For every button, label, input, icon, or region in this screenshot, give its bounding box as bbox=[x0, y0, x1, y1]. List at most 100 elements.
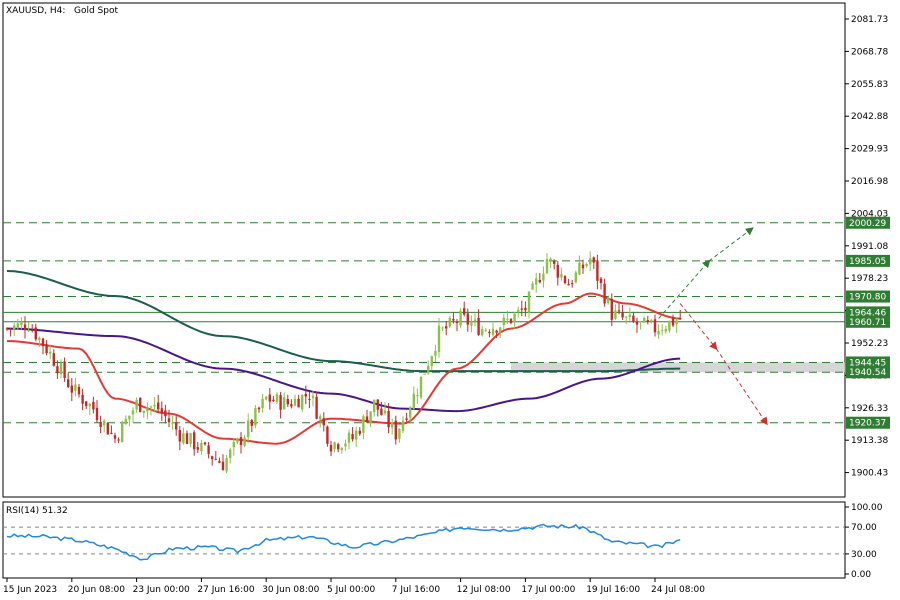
candle-up bbox=[373, 399, 376, 413]
candle-up bbox=[481, 329, 484, 336]
candle-down bbox=[113, 435, 117, 439]
candle-down bbox=[99, 421, 102, 427]
candle-down bbox=[139, 397, 142, 412]
price-tick-label: 1926.33 bbox=[851, 404, 888, 414]
candle-down bbox=[571, 283, 574, 285]
candle-down bbox=[315, 396, 318, 419]
candle-down bbox=[387, 411, 390, 428]
candle-down bbox=[365, 416, 369, 423]
level-badge-label: 1940.54 bbox=[849, 368, 886, 378]
candle-down bbox=[524, 307, 527, 311]
candle-down bbox=[326, 426, 329, 444]
time-tick-label: 24 Jul 08:00 bbox=[651, 585, 705, 595]
candle-up bbox=[517, 309, 520, 312]
candle-up bbox=[513, 313, 516, 323]
candle-down bbox=[67, 379, 70, 387]
candle-down bbox=[214, 458, 217, 460]
candle-down bbox=[117, 439, 120, 441]
candle-down bbox=[466, 313, 469, 325]
candle-down bbox=[308, 398, 311, 400]
candle-up bbox=[470, 322, 473, 326]
candle-up bbox=[128, 415, 131, 420]
candle-up bbox=[254, 408, 257, 426]
candle-up bbox=[146, 407, 149, 412]
price-tick-label: 1952.23 bbox=[851, 339, 888, 349]
candle-up bbox=[383, 410, 387, 414]
candle-down bbox=[157, 402, 160, 410]
candle-up bbox=[661, 330, 664, 332]
candle-up bbox=[664, 328, 667, 332]
candle-down bbox=[351, 433, 354, 440]
candle-up bbox=[182, 433, 185, 444]
price-tick-label: 1900.43 bbox=[851, 469, 888, 479]
candle-down bbox=[596, 260, 599, 281]
candle-up bbox=[88, 403, 91, 407]
rsi-tick-label: 0.00 bbox=[851, 570, 871, 580]
rsi-tick-label: 30.00 bbox=[851, 550, 877, 560]
candle-down bbox=[553, 261, 556, 264]
candle-up bbox=[437, 325, 441, 352]
candle-up bbox=[650, 319, 653, 321]
candle-down bbox=[380, 408, 383, 415]
candle-up bbox=[527, 291, 531, 313]
candle-down bbox=[164, 410, 167, 417]
candle-up bbox=[423, 373, 426, 375]
candle-down bbox=[257, 407, 261, 410]
price-tick-label: 2029.93 bbox=[851, 145, 888, 155]
candle-down bbox=[520, 308, 523, 310]
candle-up bbox=[347, 432, 351, 443]
candle-up bbox=[340, 447, 343, 451]
level-badge-label: 2000.29 bbox=[849, 219, 886, 229]
candle-up bbox=[675, 320, 678, 325]
candle-down bbox=[167, 418, 171, 423]
candle-down bbox=[34, 327, 37, 340]
candle-down bbox=[556, 264, 559, 278]
candle-down bbox=[250, 420, 253, 426]
candle-down bbox=[445, 326, 448, 329]
candle-up bbox=[247, 420, 250, 437]
time-tick-label: 30 Jun 08:00 bbox=[262, 585, 319, 595]
candle-down bbox=[178, 430, 181, 442]
candle-up bbox=[153, 404, 156, 407]
candle-down bbox=[394, 420, 397, 440]
trading-chart: XAUUSD, H4: Gold Spot RSI(14) 51.32 2081… bbox=[0, 0, 900, 600]
candle-up bbox=[491, 328, 495, 336]
candle-down bbox=[31, 329, 34, 331]
candle-down bbox=[56, 366, 59, 374]
candle-down bbox=[52, 353, 55, 366]
chart-canvas: XAUUSD, H4: Gold Spot RSI(14) 51.32 2081… bbox=[2, 2, 890, 595]
candle-down bbox=[297, 398, 300, 408]
candle-down bbox=[218, 460, 221, 463]
candle-down bbox=[509, 318, 513, 323]
candle-down bbox=[304, 394, 307, 397]
candle-up bbox=[409, 408, 412, 418]
candle-up bbox=[131, 410, 135, 415]
candle-up bbox=[448, 317, 451, 327]
candle-down bbox=[463, 308, 466, 315]
candle-down bbox=[653, 319, 657, 333]
candle-up bbox=[49, 351, 52, 354]
candle-down bbox=[23, 324, 27, 331]
candle-up bbox=[232, 441, 235, 448]
candle-up bbox=[427, 365, 430, 374]
candle-down bbox=[671, 318, 675, 326]
candle-up bbox=[301, 394, 304, 410]
candle-up bbox=[236, 438, 239, 443]
candle-down bbox=[286, 398, 289, 405]
level-badge-label: 1960.71 bbox=[849, 318, 886, 328]
candle-up bbox=[369, 411, 372, 424]
candle-down bbox=[617, 310, 621, 312]
price-tick-label: 2081.73 bbox=[851, 15, 888, 25]
candle-up bbox=[430, 356, 433, 367]
candle-up bbox=[149, 406, 153, 408]
candle-down bbox=[495, 330, 498, 333]
candle-up bbox=[416, 395, 419, 397]
candle-down bbox=[538, 279, 541, 283]
candle-down bbox=[95, 407, 99, 421]
candle-up bbox=[625, 316, 628, 318]
candle-down bbox=[81, 394, 84, 404]
candle-down bbox=[455, 321, 459, 324]
time-tick-label: 27 Jun 16:00 bbox=[197, 585, 254, 595]
candle-up bbox=[419, 376, 423, 398]
time-tick-label: 12 Jul 08:00 bbox=[457, 585, 511, 595]
